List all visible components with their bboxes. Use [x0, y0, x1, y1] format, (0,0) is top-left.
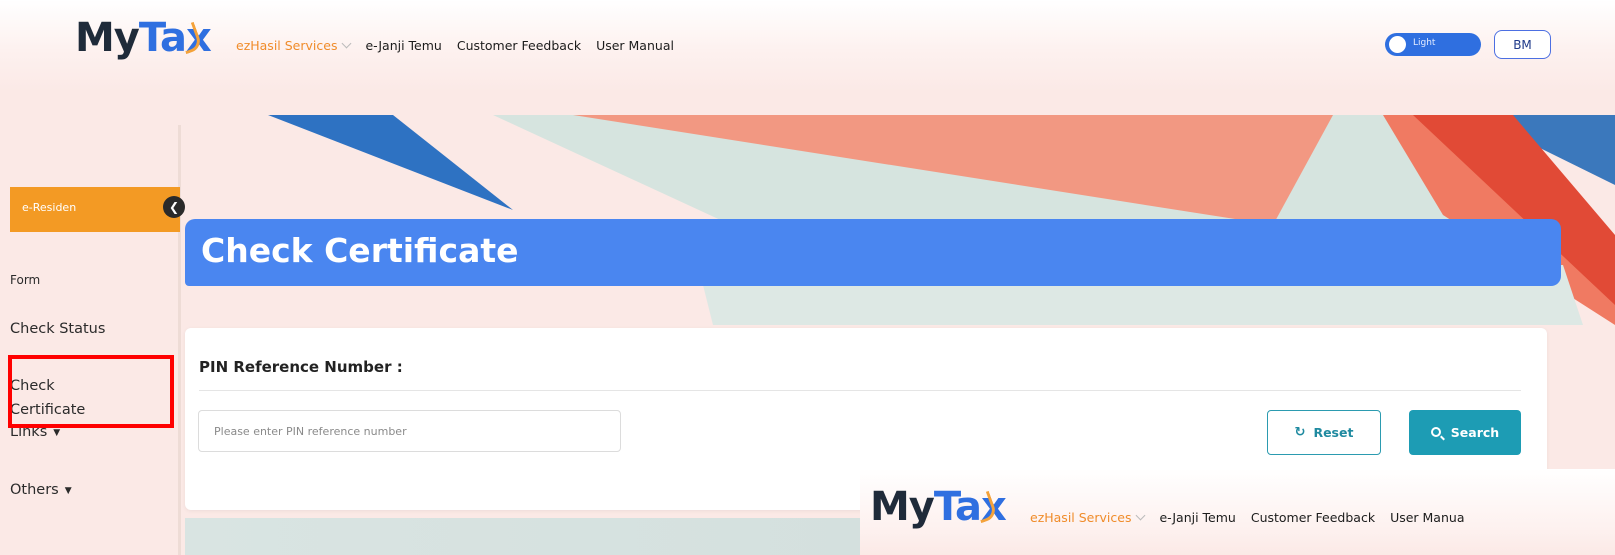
nav-customer-feedback[interactable]: Customer Feedback [457, 38, 581, 53]
chevron-down-icon [1136, 510, 1146, 521]
overlay-logo-text-my: My [870, 484, 935, 530]
overlay-nav-e-janji-temu[interactable]: e-Janji Temu [1159, 510, 1235, 525]
overlay-nav: ezHasil Services e-Janji Temu Customer F… [1030, 510, 1479, 525]
search-label: Search [1450, 425, 1500, 440]
chevron-left-icon: ❮ [168, 200, 180, 214]
collapse-sidebar-button[interactable]: ❮ [163, 196, 185, 218]
search-button[interactable]: Search [1409, 410, 1521, 455]
overlay-mytax-logo[interactable]: MyTax [870, 484, 1007, 530]
pin-reference-input[interactable] [198, 410, 621, 452]
overlay-nav-ezhasil-services[interactable]: ezHasil Services [1030, 510, 1146, 525]
nav-user-manual[interactable]: User Manual [596, 38, 674, 53]
overlay-nav-customer-feedback[interactable]: Customer Feedback [1251, 510, 1375, 525]
sidebar-others-label: Others [10, 482, 59, 498]
overlay-nav-ezhasil-label: ezHasil Services [1030, 510, 1132, 525]
sidebar-item-others[interactable]: Others ▼ [10, 482, 72, 498]
caret-down-icon: ▼ [53, 428, 61, 438]
theme-toggle[interactable]: Light [1385, 33, 1481, 56]
overlay-header-crop: MyTax ezHasil Services e-Janji Temu Cust… [860, 469, 1615, 555]
main-nav: ezHasil Services e-Janji Temu Customer F… [236, 38, 689, 53]
caret-down-icon: ▼ [64, 486, 72, 496]
nav-e-janji-temu[interactable]: e-Janji Temu [365, 38, 441, 53]
overlay-logo-text-tax: Tax [933, 484, 1007, 530]
mytax-logo[interactable]: MyTax [75, 15, 212, 61]
nav-ezhasil-services[interactable]: ezHasil Services [236, 38, 352, 53]
nav-ezhasil-label: ezHasil Services [236, 38, 338, 53]
sidebar-item-form[interactable]: Form [10, 273, 40, 287]
highlight-box [8, 355, 174, 428]
theme-toggle-label: Light [1413, 38, 1436, 48]
top-header: MyTax ezHasil Services e-Janji Temu Cust… [0, 0, 1615, 92]
sidebar-item-check-status[interactable]: Check Status [10, 321, 105, 337]
language-button[interactable]: BM [1494, 30, 1551, 59]
logo-text-tax: Tax [138, 15, 212, 61]
reset-button[interactable]: ↻ Reset [1267, 410, 1381, 455]
toggle-knob [1389, 36, 1406, 53]
search-icon [1430, 426, 1441, 437]
reset-label: Reset [1313, 425, 1354, 440]
chevron-down-icon [342, 38, 352, 49]
card-divider [199, 390, 1521, 391]
logo-text-my: My [75, 15, 140, 61]
pin-reference-label: PIN Reference Number : [199, 358, 403, 376]
sidebar-item-e-residen[interactable]: e-Residen [10, 187, 180, 232]
overlay-nav-user-manual[interactable]: User Manua [1390, 510, 1464, 525]
page-title: Check Certificate [201, 231, 519, 270]
refresh-icon: ↻ [1294, 425, 1306, 440]
page-title-bar: Check Certificate [185, 219, 1561, 286]
